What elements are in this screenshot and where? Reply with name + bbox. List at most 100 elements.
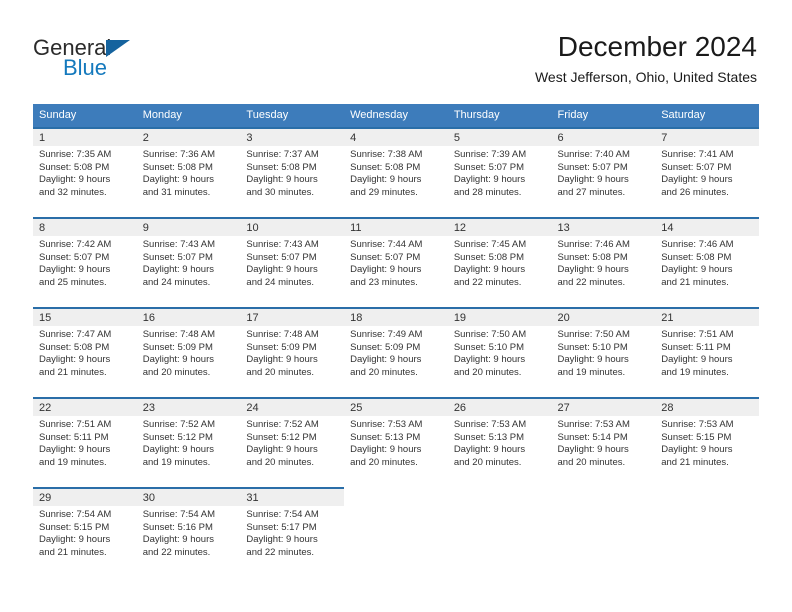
- daylight-text-cont: and 30 minutes.: [246, 186, 315, 198]
- calendar-day-cell[interactable]: 11 Sunrise: 7:44 AM Sunset: 5:07 PM Dayligh…: [344, 217, 448, 307]
- calendar-day-cell[interactable]: 4 Sunrise: 7:38 AM Sunset: 5:08 PM Daylight…: [344, 127, 448, 217]
- day-details: Sunrise: 7:52 AM Sunset: 5:12 PM Daylight:…: [240, 416, 344, 469]
- calendar-day-cell[interactable]: 27 Sunrise: 7:53 AM Sunset: 5:14 PM Dayligh…: [551, 397, 656, 487]
- day-details: Sunrise: 7:48 AM Sunset: 5:09 PM Daylight:…: [137, 326, 241, 379]
- sunset-text: Sunset: 5:08 PM: [661, 251, 732, 263]
- sunset-text: Sunset: 5:08 PM: [39, 161, 110, 173]
- sunset-text: Sunset: 5:16 PM: [142, 521, 213, 533]
- weekday-header-saturday: Saturday: [661, 109, 706, 121]
- weekday-header-thursday: Thursday: [453, 109, 500, 121]
- daylight-text: Daylight: 9 hours: [557, 264, 629, 276]
- sunrise-text: Sunrise: 7:48 AM: [142, 329, 216, 340]
- day-details: Sunrise: 7:40 AM Sunset: 5:07 PM Daylight:…: [552, 146, 656, 199]
- calendar-day-cell[interactable]: 1 Sunrise: 7:35 AM Sunset: 5:08 PM Daylight…: [33, 127, 137, 217]
- daylight-text: Daylight: 9 hours: [661, 174, 733, 186]
- day-details: Sunrise: 7:46 AM Sunset: 5:08 PM Daylight:…: [655, 236, 759, 289]
- daylight-text: Daylight: 9 hours: [661, 354, 733, 366]
- daylight-text: Daylight: 9 hours: [246, 264, 318, 276]
- day-number: 17: [240, 307, 345, 326]
- day-number: 27: [551, 397, 656, 416]
- day-number: 14: [655, 217, 759, 236]
- sunrise-text: Sunrise: 7:36 AM: [142, 149, 216, 160]
- calendar-day-cell[interactable]: 5 Sunrise: 7:39 AM Sunset: 5:07 PM Daylight…: [447, 127, 552, 217]
- sunrise-text: Sunrise: 7:47 AM: [39, 329, 112, 340]
- calendar-day-cell[interactable]: 16 Sunrise: 7:48 AM Sunset: 5:09 PM Dayligh…: [136, 307, 241, 397]
- calendar-day-cell[interactable]: 19 Sunrise: 7:50 AM Sunset: 5:10 PM Dayligh…: [447, 307, 552, 397]
- sunset-text: Sunset: 5:07 PM: [39, 251, 110, 263]
- calendar-day-cell[interactable]: 28 Sunrise: 7:53 AM Sunset: 5:15 PM Dayligh…: [655, 397, 759, 487]
- calendar-day-cell[interactable]: 8 Sunrise: 7:42 AM Sunset: 5:07 PM Daylight…: [33, 217, 137, 307]
- calendar-week-row: 8 Sunrise: 7:42 AM Sunset: 5:07 PM Daylight…: [33, 217, 759, 307]
- calendar-day-cell[interactable]: 17 Sunrise: 7:48 AM Sunset: 5:09 PM Dayligh…: [240, 307, 345, 397]
- sunset-text: Sunset: 5:07 PM: [142, 251, 213, 263]
- sunrise-text: Sunrise: 7:45 AM: [453, 239, 527, 250]
- sunrise-text: Sunrise: 7:53 AM: [350, 419, 423, 430]
- daylight-text: Daylight: 9 hours: [142, 264, 214, 276]
- daylight-text-cont: and 28 minutes.: [453, 186, 522, 198]
- calendar-day-cell[interactable]: 30 Sunrise: 7:54 AM Sunset: 5:16 PM Dayligh…: [136, 487, 241, 577]
- daylight-text-cont: and 20 minutes.: [142, 366, 211, 378]
- daylight-text-cont: and 26 minutes.: [661, 186, 729, 198]
- calendar-day-cell[interactable]: 22 Sunrise: 7:51 AM Sunset: 5:11 PM Dayligh…: [33, 397, 137, 487]
- sunset-text: Sunset: 5:09 PM: [350, 341, 421, 353]
- calendar-day-cell[interactable]: 18 Sunrise: 7:49 AM Sunset: 5:09 PM Dayligh…: [344, 307, 448, 397]
- calendar-day-cell[interactable]: 3 Sunrise: 7:37 AM Sunset: 5:08 PM Daylight…: [240, 127, 345, 217]
- day-number: 15: [33, 307, 137, 326]
- page-subtitle: West Jefferson, Ohio, United States: [534, 69, 757, 85]
- day-number: 3: [240, 127, 345, 146]
- sunset-text: Sunset: 5:08 PM: [39, 341, 110, 353]
- sunrise-text: Sunrise: 7:54 AM: [246, 509, 319, 520]
- calendar-day-cell[interactable]: 25 Sunrise: 7:53 AM Sunset: 5:13 PM Dayligh…: [344, 397, 448, 487]
- calendar-day-cell[interactable]: 13 Sunrise: 7:46 AM Sunset: 5:08 PM Dayligh…: [551, 217, 656, 307]
- daylight-text-cont: and 20 minutes.: [246, 456, 315, 468]
- sunrise-text: Sunrise: 7:48 AM: [246, 329, 319, 340]
- sunrise-text: Sunrise: 7:49 AM: [350, 329, 423, 340]
- sunset-text: Sunset: 5:13 PM: [350, 431, 421, 443]
- calendar-day-cell[interactable]: 23 Sunrise: 7:52 AM Sunset: 5:12 PM Dayligh…: [136, 397, 241, 487]
- calendar-day-cell[interactable]: 10 Sunrise: 7:43 AM Sunset: 5:07 PM Dayligh…: [240, 217, 345, 307]
- daylight-text-cont: and 22 minutes.: [246, 546, 315, 558]
- brand-logo[interactable]: General Blue: [33, 35, 233, 91]
- daylight-text-cont: and 29 minutes.: [350, 186, 418, 198]
- weekday-header-row: Sunday Monday Tuesday Wednesday Thursday…: [33, 104, 759, 127]
- calendar-day-cell[interactable]: 15 Sunrise: 7:47 AM Sunset: 5:08 PM Dayligh…: [33, 307, 137, 397]
- calendar-day-cell[interactable]: 12 Sunrise: 7:45 AM Sunset: 5:08 PM Dayligh…: [447, 217, 552, 307]
- day-number: 25: [344, 397, 448, 416]
- calendar-day-cell[interactable]: 29 Sunrise: 7:54 AM Sunset: 5:15 PM Dayligh…: [33, 487, 137, 577]
- sunrise-text: Sunrise: 7:37 AM: [246, 149, 319, 160]
- calendar-day-cell[interactable]: 31 Sunrise: 7:54 AM Sunset: 5:17 PM Dayligh…: [240, 487, 345, 577]
- calendar-day-cell-empty: [448, 487, 552, 577]
- sunrise-text: Sunrise: 7:41 AM: [661, 149, 734, 160]
- triangle-icon: [106, 40, 130, 57]
- calendar-day-cell[interactable]: 2 Sunrise: 7:36 AM Sunset: 5:08 PM Daylight…: [136, 127, 241, 217]
- daylight-text-cont: and 20 minutes.: [350, 456, 418, 468]
- weekday-header-friday: Friday: [557, 109, 589, 121]
- day-number: 24: [240, 397, 345, 416]
- calendar-day-cell[interactable]: 9 Sunrise: 7:43 AM Sunset: 5:07 PM Daylight…: [136, 217, 241, 307]
- daylight-text: Daylight: 9 hours: [39, 264, 111, 276]
- daylight-text: Daylight: 9 hours: [39, 174, 111, 186]
- calendar-day-cell[interactable]: 26 Sunrise: 7:53 AM Sunset: 5:13 PM Dayligh…: [447, 397, 552, 487]
- calendar-day-cell[interactable]: 24 Sunrise: 7:52 AM Sunset: 5:12 PM Dayligh…: [240, 397, 345, 487]
- calendar-day-cell[interactable]: 21 Sunrise: 7:51 AM Sunset: 5:11 PM Dayligh…: [655, 307, 759, 397]
- sunrise-text: Sunrise: 7:42 AM: [39, 239, 112, 250]
- calendar-day-cell[interactable]: 6 Sunrise: 7:40 AM Sunset: 5:07 PM Daylight…: [551, 127, 656, 217]
- sunset-text: Sunset: 5:11 PM: [39, 431, 109, 443]
- sunrise-text: Sunrise: 7:46 AM: [557, 239, 630, 250]
- calendar-day-cell[interactable]: 14 Sunrise: 7:46 AM Sunset: 5:08 PM Dayligh…: [655, 217, 759, 307]
- day-details: Sunrise: 7:54 AM Sunset: 5:15 PM Daylight:…: [33, 506, 137, 559]
- sunset-text: Sunset: 5:15 PM: [39, 521, 110, 533]
- daylight-text: Daylight: 9 hours: [453, 444, 526, 456]
- day-details: Sunrise: 7:54 AM Sunset: 5:17 PM Daylight:…: [240, 506, 344, 559]
- sunset-text: Sunset: 5:17 PM: [246, 521, 317, 533]
- calendar-day-cell[interactable]: 20 Sunrise: 7:50 AM Sunset: 5:10 PM Dayligh…: [551, 307, 656, 397]
- day-number: 4: [344, 127, 448, 146]
- sunrise-text: Sunrise: 7:54 AM: [142, 509, 216, 520]
- day-number: 11: [344, 217, 448, 236]
- day-number: 6: [551, 127, 656, 146]
- day-number: 26: [447, 397, 552, 416]
- calendar-day-cell[interactable]: 7 Sunrise: 7:41 AM Sunset: 5:07 PM Daylight…: [655, 127, 759, 217]
- day-number: 18: [344, 307, 448, 326]
- daylight-text: Daylight: 9 hours: [142, 444, 214, 456]
- sunset-text: Sunset: 5:11 PM: [661, 341, 731, 353]
